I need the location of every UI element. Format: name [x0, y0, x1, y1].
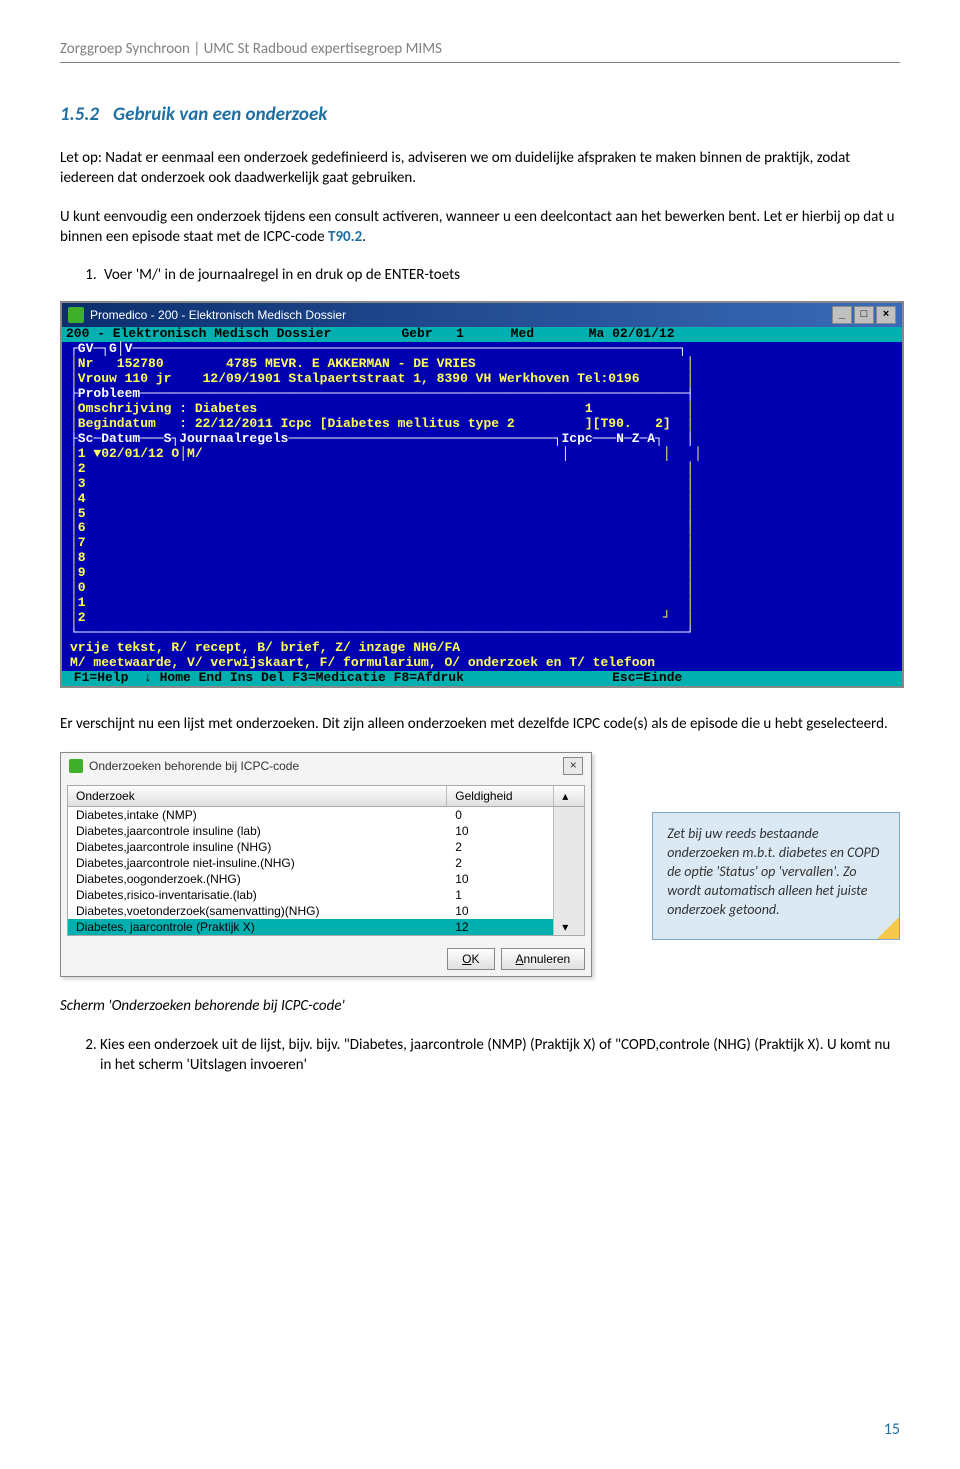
dos-line: │2 │ — [70, 461, 694, 476]
scroll-down-icon[interactable]: ▾ — [553, 919, 584, 935]
cell-onderzoek: Diabetes, jaarcontrole (Praktijk X) — [68, 919, 447, 935]
section-number: 1.5.2 — [60, 103, 99, 126]
cell-onderzoek: Diabetes,risico-inventarisatie.(lab) — [68, 887, 447, 903]
dos-line: ├Sc─Datum───S┐Journaalregels────────────… — [70, 431, 694, 446]
page-header: Zorggroep Synchroon | UMC St Radboud exp… — [60, 40, 900, 63]
table-row[interactable]: Diabetes, jaarcontrole (Praktijk X)12▾ — [68, 919, 584, 935]
dos-help: vrije tekst, R/ recept, B/ brief, Z/ inz… — [70, 640, 460, 655]
cell-geldigheid: 10 — [447, 823, 553, 839]
cell-onderzoek: Diabetes,intake (NMP) — [68, 807, 447, 823]
cell-geldigheid: 0 — [447, 807, 553, 823]
table-row[interactable]: Diabetes,risico-inventarisatie.(lab)1 — [68, 887, 584, 903]
dos-line: │6 │ — [70, 520, 694, 535]
dos-line: │0 │ — [70, 580, 694, 595]
col-geldigheid[interactable]: Geldigheid — [447, 786, 554, 806]
cell-onderzoek: Diabetes,voetonderzoek(samenvatting)(NHG… — [68, 903, 447, 919]
cell-geldigheid: 2 — [447, 839, 553, 855]
scrollbar-track[interactable] — [553, 903, 584, 919]
col-onderzoek[interactable]: Onderzoek — [68, 786, 447, 806]
dos-titlebar: Promedico - 200 - Elektronisch Medisch D… — [62, 303, 902, 327]
cell-geldigheid: 2 — [447, 855, 553, 871]
page-number: 15 — [884, 1420, 900, 1439]
dos-help: M/ meetwaarde, V/ verwijskaart, F/ formu… — [70, 655, 655, 670]
dos-line: │1 ▼02/01/12 O│M/ │ │ │ — [70, 446, 702, 461]
dos-footer: F1=Help ↓ Home End Ins Del F3=Medicatie … — [62, 671, 902, 686]
scrollbar-track[interactable] — [553, 807, 584, 823]
dos-line: │9 │ — [70, 565, 694, 580]
table-row[interactable]: Diabetes,jaarcontrole niet-insuline.(NHG… — [68, 855, 584, 871]
window-title: Promedico - 200 - Elektronisch Medisch D… — [90, 308, 346, 322]
table-row[interactable]: Diabetes,oogonderzoek.(NHG)10 — [68, 871, 584, 887]
cell-onderzoek: Diabetes,jaarcontrole insuline (NHG) — [68, 839, 447, 855]
close-icon[interactable]: × — [563, 757, 583, 775]
dos-line: │7 │ — [70, 535, 694, 550]
dos-line: │2 ┘ │ — [70, 610, 694, 625]
app-logo-icon — [68, 307, 84, 323]
dos-line: └───────────────────────────────────────… — [70, 625, 694, 640]
paragraph: U kunt eenvoudig een onderzoek tijdens e… — [60, 207, 900, 248]
cell-geldigheid: 10 — [447, 903, 553, 919]
dos-line: │5 │ — [70, 506, 694, 521]
app-logo-icon — [69, 759, 83, 773]
paragraph: Let op: Nadat er eenmaal een onderzoek g… — [60, 148, 900, 189]
dos-window: Promedico - 200 - Elektronisch Medisch D… — [60, 301, 904, 688]
step-item: Voer 'M/' in de journaalregel in en druk… — [100, 265, 900, 285]
figure-caption: Scherm 'Onderzoeken behorende bij ICPC-c… — [60, 997, 900, 1015]
cell-onderzoek: Diabetes,oogonderzoek.(NHG) — [68, 871, 447, 887]
scrollbar-track[interactable] — [553, 823, 584, 839]
dos-line: │8 │ — [70, 550, 694, 565]
minimize-icon[interactable]: _ — [832, 306, 852, 324]
dos-line: │4 │ — [70, 491, 694, 506]
dos-line: │Vrouw 110 jr 12/09/1901 Stalpaertstraat… — [70, 371, 694, 386]
ok-button[interactable]: OK — [447, 948, 494, 970]
scrollbar-track[interactable] — [553, 887, 584, 903]
cell-geldigheid: 10 — [447, 871, 553, 887]
section-name: Gebruik van een onderzoek — [113, 103, 327, 126]
section-title: 1.5.2 Gebruik van een onderzoek — [60, 103, 900, 126]
step-list: Kies een onderzoek uit de lijst, bijv. b… — [60, 1035, 900, 1076]
sticky-text: Zet bij uw reeds bestaande onderzoeken m… — [667, 825, 879, 918]
cell-geldigheid: 12 — [447, 919, 553, 935]
text-run: U kunt eenvoudig een onderzoek tijdens e… — [60, 208, 895, 246]
dialog-titlebar: Onderzoeken behorende bij ICPC-code × — [61, 753, 591, 779]
icpc-dialog: Onderzoeken behorende bij ICPC-code × On… — [60, 752, 592, 977]
fold-corner-icon — [877, 917, 899, 939]
table-row[interactable]: Diabetes,jaarcontrole insuline (lab)10 — [68, 823, 584, 839]
dialog-table: Onderzoek Geldigheid ▴ Diabetes,intake (… — [67, 785, 585, 936]
table-row[interactable]: Diabetes,voetonderzoek(samenvatting)(NHG… — [68, 903, 584, 919]
cell-geldigheid: 1 — [447, 887, 553, 903]
cancel-button[interactable]: Annuleren — [501, 948, 586, 970]
scroll-up-icon[interactable]: ▴ — [554, 786, 584, 806]
table-row[interactable]: Diabetes,jaarcontrole insuline (NHG)2 — [68, 839, 584, 855]
maximize-icon[interactable]: □ — [854, 306, 874, 324]
table-row[interactable]: Diabetes,intake (NMP)0 — [68, 807, 584, 823]
icpc-code: T90.2 — [328, 228, 362, 246]
dos-topbar: 200 - Elektronisch Medisch Dossier Gebr … — [62, 327, 902, 342]
step-item: Kies een onderzoek uit de lijst, bijv. b… — [100, 1035, 900, 1076]
table-header: Onderzoek Geldigheid ▴ — [68, 786, 584, 807]
dialog-buttons: OK Annuleren — [61, 942, 591, 976]
sticky-note: Zet bij uw reeds bestaande onderzoeken m… — [652, 812, 900, 940]
dos-line: │Nr 152780 4785 MEVR. E AKKERMAN - DE VR… — [70, 356, 694, 371]
scrollbar-track[interactable] — [553, 855, 584, 871]
dos-line: │Begindatum : 22/12/2011 Icpc [Diabetes … — [70, 416, 694, 431]
dos-terminal: 200 - Elektronisch Medisch Dossier Gebr … — [62, 327, 902, 686]
text-run: . — [362, 228, 366, 246]
close-icon[interactable]: × — [876, 306, 896, 324]
dos-line: │Omschrijving : Diabetes 1 │ — [70, 401, 694, 416]
scrollbar-track[interactable] — [553, 871, 584, 887]
step-list: Voer 'M/' in de journaalregel in en druk… — [60, 265, 900, 285]
dos-line: ┌GV─┐G│V────────────────────────────────… — [70, 341, 686, 356]
dialog-title: Onderzoeken behorende bij ICPC-code — [89, 759, 299, 773]
cell-onderzoek: Diabetes,jaarcontrole insuline (lab) — [68, 823, 447, 839]
scrollbar-track[interactable] — [553, 839, 584, 855]
dos-line: │1 │ — [70, 595, 694, 610]
paragraph: Er verschijnt nu een lijst met onderzoek… — [60, 714, 900, 734]
cell-onderzoek: Diabetes,jaarcontrole niet-insuline.(NHG… — [68, 855, 447, 871]
dos-line: │3 │ — [70, 476, 694, 491]
dos-line: ├Probleem───────────────────────────────… — [70, 386, 694, 401]
